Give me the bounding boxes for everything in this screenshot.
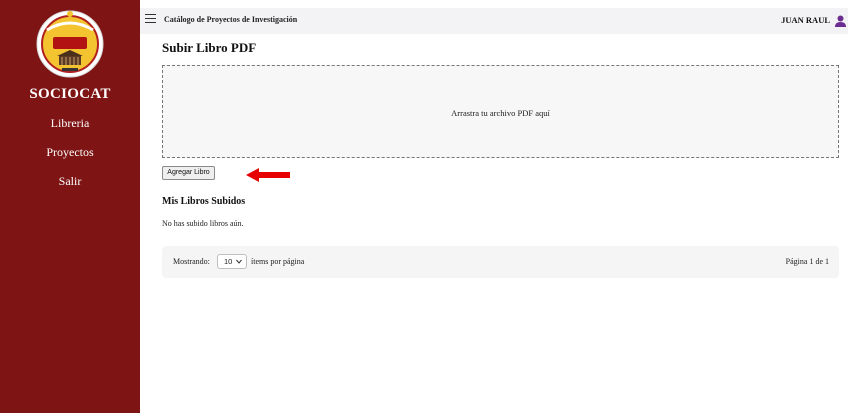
dropzone-text: Arrastra tu archivo PDF aquí (451, 108, 550, 118)
chevron-down-icon (236, 259, 242, 264)
pagination-bar: Mostrando: 10 ítems por página Página 1 … (162, 246, 839, 278)
top-bar: Catálogo de Proyectos de Investigación J… (140, 8, 848, 34)
hamburger-menu-icon[interactable] (145, 14, 156, 24)
page-title: Subir Libro PDF (162, 40, 257, 55)
app-title: Catálogo de Proyectos de Investigación (164, 15, 298, 24)
items-per-page-suffix: ítems por página (251, 257, 305, 266)
sidebar: SOCIOCAT Libreria Proyectos Salir (0, 0, 140, 413)
pdf-dropzone[interactable]: Arrastra tu archivo PDF aquí (162, 65, 839, 158)
items-per-page-select[interactable]: 10 (217, 254, 247, 269)
empty-books-message: No has subido libros aún. (162, 219, 244, 228)
uploaded-books-title: Mis Libros Subidos (162, 196, 246, 207)
user-icon[interactable] (835, 14, 846, 27)
user-name: JUAN RAUL (781, 15, 830, 25)
showing-label: Mostrando: (173, 257, 210, 266)
sociocat-logo-icon (35, 8, 105, 80)
red-left-arrow-icon (246, 168, 290, 182)
page-info: Página 1 de 1 (785, 257, 829, 266)
sidebar-item-salir[interactable]: Salir (0, 174, 140, 189)
sidebar-item-libreria[interactable]: Libreria (0, 116, 140, 131)
sidebar-item-proyectos[interactable]: Proyectos (0, 145, 140, 160)
items-per-page-value: 10 (224, 257, 233, 266)
brand-name: SOCIOCAT (29, 86, 111, 102)
add-book-button[interactable]: Agregar Libro (162, 166, 215, 180)
